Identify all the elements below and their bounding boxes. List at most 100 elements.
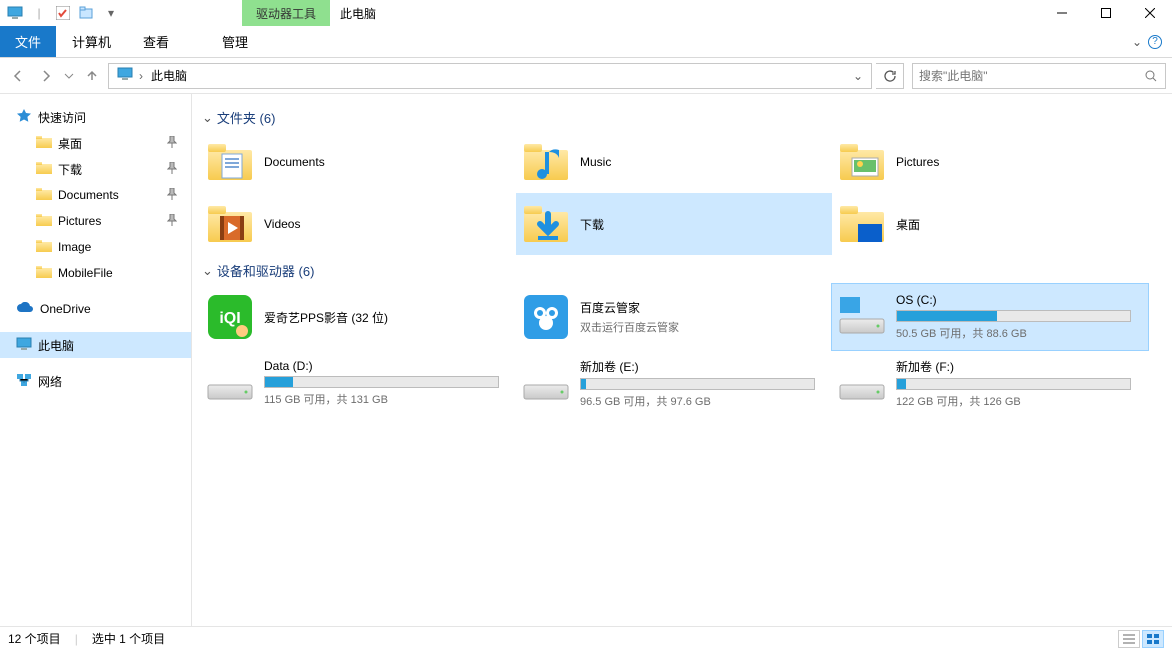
address-dropdown-icon[interactable]: ⌄ xyxy=(849,69,867,83)
sidebar-item[interactable]: 桌面 xyxy=(0,130,191,156)
capacity-bar xyxy=(264,376,499,388)
device-subtext: 双击运行百度云管家 xyxy=(580,319,826,335)
device-subtext: 122 GB 可用，共 126 GB xyxy=(896,393,1142,409)
tiles-view-button[interactable] xyxy=(1142,630,1164,648)
search-input[interactable] xyxy=(913,64,1137,88)
status-bar: 12 个项目 | 选中 1 个项目 xyxy=(0,626,1172,650)
folder-icon xyxy=(36,161,52,178)
device-tile[interactable]: iQI 爱奇艺PPS影音 (32 位) xyxy=(200,284,516,350)
pc-icon[interactable] xyxy=(4,2,26,24)
address-bar[interactable]: › 此电脑 ⌄ xyxy=(108,63,872,89)
search-box[interactable] xyxy=(912,63,1166,89)
pc-icon xyxy=(16,337,32,354)
sidebar-item[interactable]: Image xyxy=(0,234,191,260)
tree-label: Image xyxy=(58,240,91,254)
refresh-button[interactable] xyxy=(876,63,904,89)
device-label: 百度云管家 xyxy=(580,299,826,316)
maximize-button[interactable] xyxy=(1084,0,1128,26)
folder-label: Pictures xyxy=(896,155,939,169)
sidebar-item[interactable]: Documents xyxy=(0,182,191,208)
tree-label: 下载 xyxy=(58,161,82,178)
folder-icon-downloads xyxy=(522,200,570,248)
capacity-bar xyxy=(580,378,815,390)
star-icon xyxy=(16,108,32,127)
folder-icon xyxy=(36,239,52,256)
tree-onedrive[interactable]: OneDrive xyxy=(0,296,191,322)
back-button[interactable] xyxy=(6,64,30,88)
help-icon[interactable]: ? xyxy=(1148,35,1162,49)
folder-tile[interactable]: Documents xyxy=(200,131,516,193)
folder-label: Documents xyxy=(264,155,325,169)
section-title: 设备和驱动器 (6) xyxy=(217,261,315,280)
contextual-tab-drive-tools: 驱动器工具 xyxy=(242,0,330,26)
up-button[interactable] xyxy=(80,64,104,88)
tree-label: 快速访问 xyxy=(38,109,86,126)
device-icon xyxy=(206,359,254,407)
folder-label: 下载 xyxy=(580,216,604,233)
network-icon xyxy=(16,373,32,390)
device-label: 新加卷 (E:) xyxy=(580,358,826,375)
tree-label: 网络 xyxy=(38,373,62,390)
chevron-down-icon: ⌄ xyxy=(202,263,213,279)
qat-dropdown-icon[interactable]: ▾ xyxy=(100,2,122,24)
folder-tile[interactable]: 桌面 xyxy=(832,193,1148,255)
ribbon-expand-icon[interactable]: ⌄ xyxy=(1132,35,1142,49)
capacity-bar xyxy=(896,378,1131,390)
ribbon-tab-computer[interactable]: 计算机 xyxy=(56,26,127,57)
folder-icon xyxy=(36,265,52,282)
device-tile[interactable]: 新加卷 (E:) 96.5 GB 可用，共 97.6 GB xyxy=(516,350,832,416)
status-selection: 选中 1 个项目 xyxy=(92,630,165,647)
tree-label: Pictures xyxy=(58,214,101,228)
minimize-button[interactable] xyxy=(1040,0,1084,26)
recent-locations-button[interactable] xyxy=(62,64,76,88)
device-tile[interactable]: 新加卷 (F:)122 GB 可用，共 126 GB xyxy=(832,350,1148,416)
sidebar-item[interactable]: MobileFile xyxy=(0,260,191,286)
folder-tile[interactable]: Music xyxy=(516,131,832,193)
ribbon: 文件 计算机 查看 管理 ⌄ ? xyxy=(0,26,1172,58)
device-icon: iQI xyxy=(206,293,254,341)
device-subtext: 96.5 GB 可用，共 97.6 GB xyxy=(580,393,826,409)
device-label: Data (D:) xyxy=(264,359,510,373)
ribbon-tab-manage[interactable]: 管理 xyxy=(191,26,279,57)
qat-separator: | xyxy=(28,2,50,24)
device-tile[interactable]: 百度云管家双击运行百度云管家 xyxy=(516,284,832,350)
breadcrumb[interactable]: 此电脑 xyxy=(145,65,193,86)
address-row: › 此电脑 ⌄ xyxy=(0,58,1172,94)
device-tile[interactable]: OS (C:)50.5 GB 可用，共 88.6 GB xyxy=(832,284,1148,350)
tree-network[interactable]: 网络 xyxy=(0,368,191,394)
chevron-down-icon: ⌄ xyxy=(202,110,213,126)
tree-label: OneDrive xyxy=(40,302,91,316)
folder-icon xyxy=(36,213,52,230)
new-folder-icon[interactable] xyxy=(76,2,98,24)
folder-tile[interactable]: Pictures xyxy=(832,131,1148,193)
main-pane: ⌄ 文件夹 (6) Documents Music Pictures Videos 下载… xyxy=(192,94,1172,626)
cloud-icon xyxy=(16,302,34,317)
tree-quick-access[interactable]: 快速访问 xyxy=(0,104,191,130)
sidebar-item[interactable]: 下载 xyxy=(0,156,191,182)
capacity-bar xyxy=(896,310,1131,322)
folder-tile[interactable]: Videos xyxy=(200,193,516,255)
forward-button[interactable] xyxy=(34,64,58,88)
details-view-button[interactable] xyxy=(1118,630,1140,648)
folder-icon xyxy=(36,135,52,152)
window-controls xyxy=(1040,0,1172,26)
device-tile[interactable]: Data (D:)115 GB 可用，共 131 GB xyxy=(200,350,516,416)
section-folders-header[interactable]: ⌄ 文件夹 (6) xyxy=(200,108,1172,127)
view-toggle xyxy=(1118,630,1164,648)
properties-icon[interactable] xyxy=(52,2,74,24)
ribbon-file[interactable]: 文件 xyxy=(0,26,56,57)
ribbon-tab-view[interactable]: 查看 xyxy=(127,26,185,57)
folder-icon-pictures xyxy=(838,138,886,186)
close-button[interactable] xyxy=(1128,0,1172,26)
device-label: 爱奇艺PPS影音 (32 位) xyxy=(264,309,510,326)
section-title: 文件夹 (6) xyxy=(217,108,276,127)
tree-this-pc[interactable]: 此电脑 xyxy=(0,332,191,358)
folder-tile[interactable]: 下载 xyxy=(516,193,832,255)
sidebar-item[interactable]: Pictures xyxy=(0,208,191,234)
search-icon[interactable] xyxy=(1137,69,1165,83)
quick-access-toolbar: | ▾ xyxy=(0,0,122,26)
device-label: OS (C:) xyxy=(896,293,1142,307)
section-devices-header[interactable]: ⌄ 设备和驱动器 (6) xyxy=(200,261,1172,280)
device-icon xyxy=(838,293,886,341)
breadcrumb-sep-icon[interactable]: › xyxy=(137,69,145,83)
